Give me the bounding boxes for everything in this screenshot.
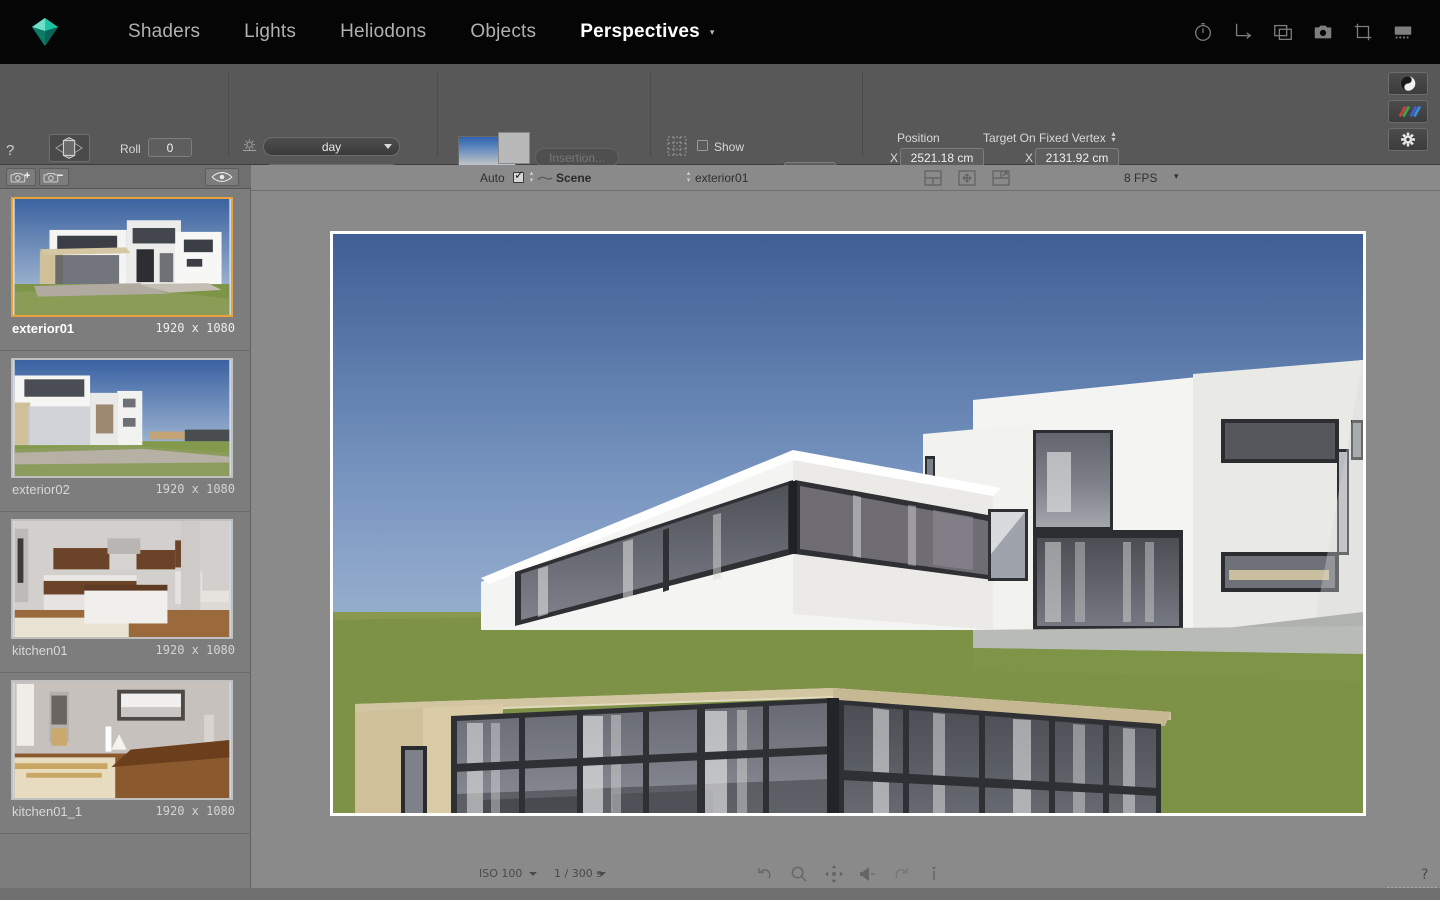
view-thumbnail[interactable]	[11, 358, 233, 478]
view-name: exterior01	[12, 321, 74, 336]
menu-heliodons[interactable]: Heliodons	[318, 17, 448, 47]
fps-caret-icon[interactable]: ▾	[1174, 171, 1179, 182]
pan-icon[interactable]	[825, 865, 843, 883]
view-stepper-icon[interactable]: ▴▾	[685, 170, 692, 184]
axis-icon[interactable]	[1232, 21, 1254, 43]
render-viewport[interactable]	[251, 191, 1440, 855]
menu-objects[interactable]: Objects	[448, 17, 558, 47]
target-stepper-icon[interactable]: ▴▾	[1110, 131, 1117, 143]
title-bar-icons	[1192, 21, 1414, 43]
redo-icon[interactable]	[892, 865, 910, 883]
filmstrip-icon[interactable]	[1392, 21, 1414, 43]
window-icon[interactable]	[1272, 21, 1294, 43]
list-item[interactable]: exterior02 1920 x 1080	[0, 352, 251, 512]
timer-icon[interactable]	[1192, 21, 1214, 43]
chevron-down-icon	[384, 144, 392, 149]
target-axis-x-label: X	[1025, 151, 1033, 165]
show-checkbox[interactable]	[697, 140, 708, 151]
render-image-frame[interactable]	[330, 231, 1366, 816]
menu-lights[interactable]: Lights	[222, 17, 318, 47]
roll-label: Roll	[120, 142, 141, 156]
auto-checkbox[interactable]	[513, 172, 524, 183]
view-dimensions: 1920 x 1080	[156, 804, 235, 818]
view-dimensions: 1920 x 1080	[156, 482, 235, 496]
views-panel-toolbar	[0, 165, 251, 189]
application-window: Shaders Lights Heliodons Objects Perspec…	[0, 0, 1440, 900]
contrast-icon[interactable]	[1388, 72, 1428, 95]
layout-half-icon[interactable]	[924, 170, 942, 186]
layout-expand-icon[interactable]	[992, 170, 1010, 186]
iso-label[interactable]: ISO 100	[479, 867, 522, 880]
shutter-label[interactable]: 1 / 300 s	[554, 867, 602, 880]
grid-icon	[667, 136, 687, 156]
shutter-caret-icon[interactable]	[598, 872, 606, 876]
cube-view-icon[interactable]	[49, 134, 90, 162]
environment-color-swatch[interactable]	[498, 132, 530, 164]
current-view-name: exterior01	[695, 171, 748, 185]
footer-strip	[0, 888, 1440, 900]
info-icon[interactable]	[929, 865, 939, 883]
undo-icon[interactable]	[756, 865, 774, 883]
ribbon-divider	[650, 72, 651, 156]
fps-label: 8 FPS	[1124, 171, 1157, 185]
position-label: Position	[897, 131, 940, 145]
roll-input[interactable]: 0	[148, 138, 192, 157]
scene-label: Scene	[556, 171, 591, 185]
layout-fit-icon[interactable]	[958, 170, 976, 186]
auto-stepper-icon[interactable]: ▴▾	[528, 170, 535, 184]
view-name: kitchen01_1	[12, 804, 82, 819]
auto-label: Auto	[480, 171, 505, 185]
light-tool-icon[interactable]	[858, 865, 876, 883]
target-label: Target On Fixed Vertex	[983, 131, 1106, 145]
list-item[interactable]: kitchen01 1920 x 1080	[0, 513, 251, 673]
iso-caret-icon[interactable]	[529, 872, 537, 876]
view-name: kitchen01	[12, 643, 68, 658]
show-label: Show	[714, 140, 744, 154]
views-panel: exterior01 1920 x 1080	[0, 165, 251, 900]
property-ribbon: ? Roll 0 Focal in mm 50 exterior01 day	[0, 64, 1440, 165]
ribbon-divider	[228, 72, 229, 156]
view-dimensions: 1920 x 1080	[156, 321, 235, 335]
status-help-icon[interactable]: ?	[1421, 867, 1428, 883]
ribbon-help-icon[interactable]: ?	[6, 142, 14, 159]
eye-icon[interactable]	[205, 168, 239, 186]
camera-plus-icon[interactable]	[6, 168, 36, 186]
sun-cloud-icon	[241, 138, 258, 153]
menu-caret-icon[interactable]: ▾	[710, 27, 725, 38]
gear-icon[interactable]	[1388, 128, 1428, 151]
menu-shaders[interactable]: Shaders	[106, 17, 222, 47]
ribbon-divider	[437, 72, 438, 156]
camera-minus-icon[interactable]	[39, 168, 69, 186]
render-image	[333, 234, 1363, 813]
title-bar: Shaders Lights Heliodons Objects Perspec…	[0, 0, 1440, 64]
view-dimensions: 1920 x 1080	[156, 643, 235, 657]
shape-icon	[537, 175, 553, 183]
zoom-icon[interactable]	[790, 865, 808, 883]
view-name: exterior02	[12, 482, 70, 497]
crop-icon[interactable]	[1352, 21, 1374, 43]
main-menu: Shaders Lights Heliodons Objects Perspec…	[106, 17, 724, 47]
camera-icon[interactable]	[1312, 21, 1334, 43]
position-axis-x-label: X	[890, 151, 898, 165]
sky-dropdown-value: day	[322, 140, 341, 154]
sky-dropdown[interactable]: day	[263, 137, 400, 156]
ribbon-divider	[862, 72, 863, 156]
view-thumbnail[interactable]	[11, 680, 233, 800]
color-channels-icon[interactable]	[1388, 100, 1428, 123]
list-item[interactable]: exterior01 1920 x 1080	[0, 191, 251, 351]
view-toolbar: Auto ▴▾ Scene ▴▾ exterior01 8 FPS ▾	[251, 165, 1440, 191]
list-item[interactable]: kitchen01_1 1920 x 1080	[0, 674, 251, 834]
gem-logo-icon	[28, 15, 62, 49]
view-thumbnail[interactable]	[11, 197, 233, 317]
view-thumbnail[interactable]	[11, 519, 233, 639]
menu-perspectives[interactable]: Perspectives	[558, 17, 722, 47]
